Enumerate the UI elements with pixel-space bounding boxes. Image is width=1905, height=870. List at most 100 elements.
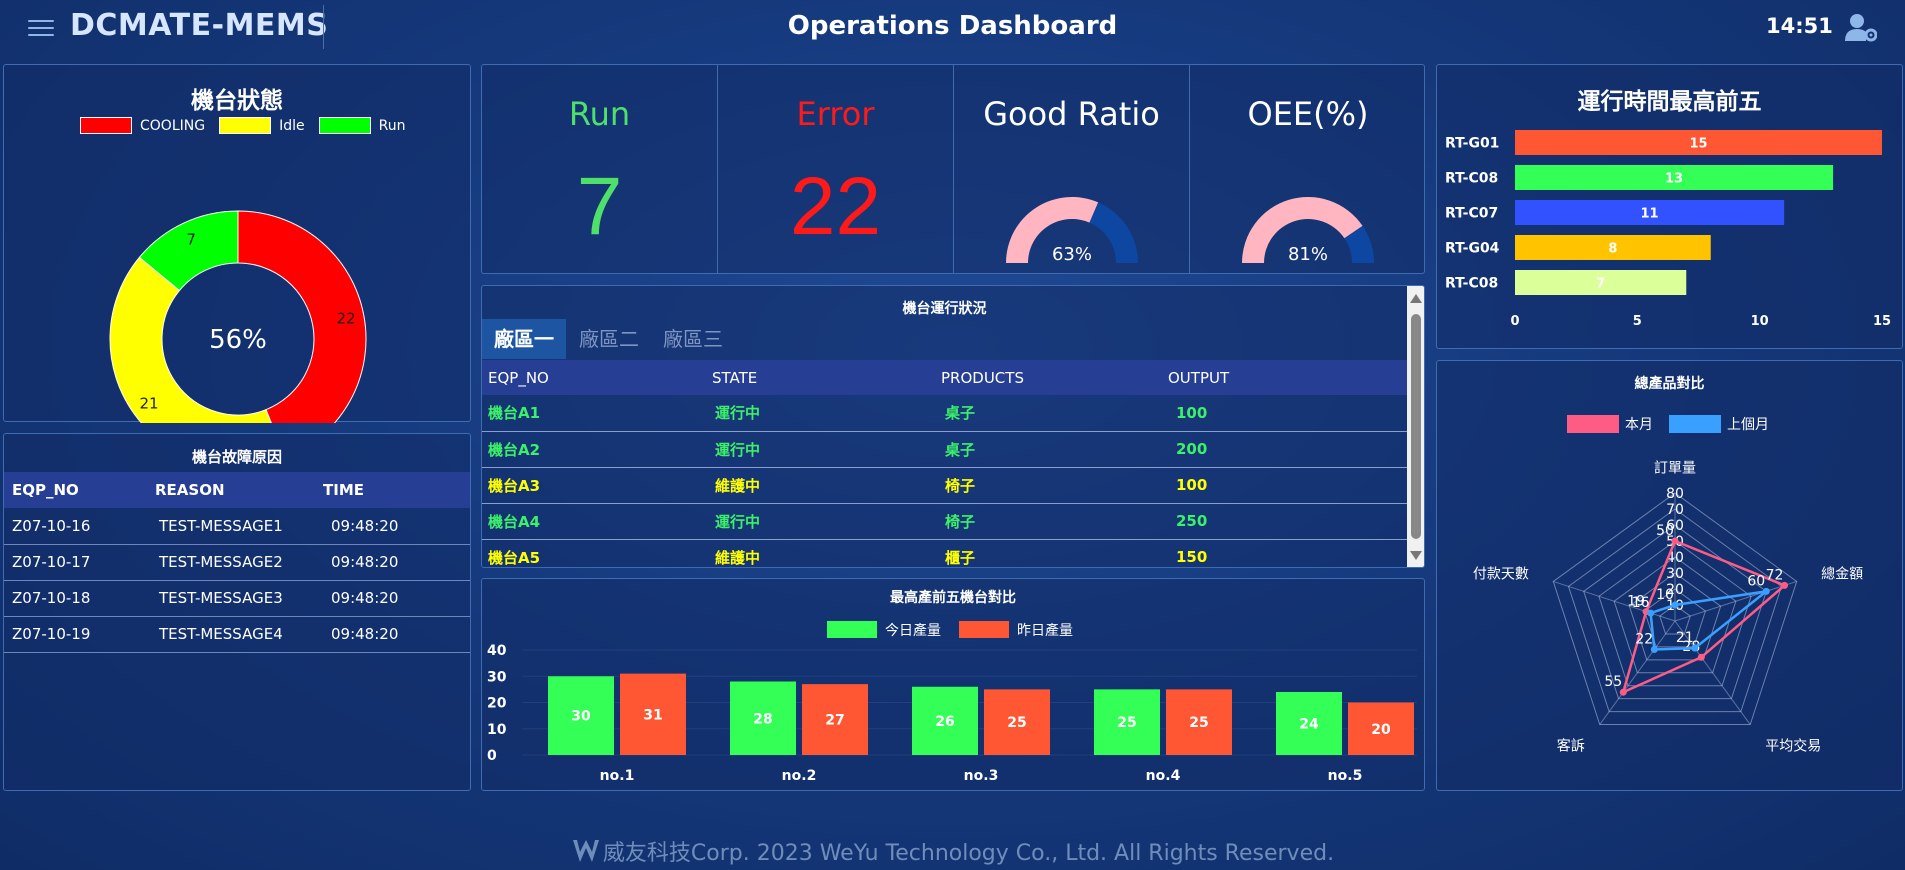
scroll-up-arrow-icon[interactable] [1410, 294, 1422, 303]
bar-category-label: RT-G04 [1445, 241, 1500, 257]
machine-status-title: 機台狀態 [191, 88, 283, 114]
bar-value-label: 26 [935, 714, 954, 730]
legend-swatch [1669, 415, 1721, 433]
kpi-oee-label: OEE(%) [1247, 95, 1369, 133]
header: DCMATE-MEMS Operations Dashboard 14:51 [0, 0, 1905, 54]
tab-factory-3[interactable]: 廠區三 [651, 319, 735, 359]
bar-category-label: RT-C08 [1445, 276, 1498, 292]
cell-output: 100 [1167, 467, 1407, 504]
scrollbar[interactable] [1407, 286, 1424, 567]
radar-value-label: 72 [1766, 567, 1784, 583]
fault-table-header: EQP_NO REASON TIME [4, 472, 470, 508]
cell-eqp: 機台A5 [482, 539, 710, 567]
table-row[interactable]: Z07-10-17 TEST-MESSAGE2 09:48:20 [4, 544, 470, 581]
kpi-good-ratio-label: Good Ratio [983, 95, 1160, 133]
legend-swatch-run [318, 117, 371, 134]
axis-tick-label: 10 [487, 722, 507, 738]
cell-output: 150 [1167, 539, 1407, 567]
cell-output: 250 [1167, 503, 1407, 540]
weyu-logo-icon [572, 840, 599, 862]
machine-status-panel: 機台狀態 COOLING Idle Run 22 21 7 56% [3, 64, 471, 423]
legend-label: 今日產量 [885, 622, 941, 639]
scroll-down-arrow-icon[interactable] [1410, 551, 1422, 560]
status-legend: COOLING Idle Run [66, 117, 405, 134]
cell-eqp: Z07-10-19 [4, 616, 147, 653]
axis-category-label: no.2 [782, 768, 817, 784]
run-table: EQP_NO STATE PRODUCTS OUTPUT 機台A1 運行中 桌子… [482, 360, 1407, 567]
bar-category-label: RT-C08 [1445, 171, 1498, 187]
axis-category-label: no.3 [964, 768, 999, 784]
radar-tick-label: 30 [1666, 566, 1684, 582]
cell-product: 桌子 [938, 431, 1167, 468]
bar-value-label: 30 [571, 709, 591, 725]
legend-swatch [959, 621, 1009, 638]
table-row[interactable]: Z07-10-18 TEST-MESSAGE3 09:48:20 [4, 580, 470, 617]
donut-slice-label: 21 [139, 395, 158, 413]
column-header: PRODUCTS [941, 368, 1024, 387]
axis-tick-label: 40 [487, 643, 507, 659]
table-row[interactable]: 機台A2 運行中 桌子 200 [482, 431, 1407, 468]
legend-label: 昨日產量 [1017, 622, 1073, 639]
oee-gauge: 81% [1242, 197, 1374, 265]
gauge-value-label: 63% [1052, 244, 1092, 265]
scrollbar-thumb[interactable] [1411, 314, 1421, 539]
runtime-top5-title: 運行時間最高前五 [1577, 89, 1762, 115]
radar-axis-label: 客訴 [1557, 737, 1585, 754]
legend-label: 本月 [1625, 417, 1653, 433]
legend-label: 上個月 [1727, 417, 1769, 433]
kpi-run-value: 7 [576, 161, 623, 252]
cell-output: 200 [1167, 431, 1407, 468]
column-header: OUTPUT [1168, 368, 1230, 387]
radar-value-label: 55 [1604, 674, 1622, 690]
table-row[interactable]: 機台A5 維護中 櫃子 150 [482, 539, 1407, 567]
radar-value-label: 50 [1656, 523, 1674, 539]
cell-state: 維護中 [710, 539, 938, 567]
axis-tick-label: 15 [1873, 314, 1891, 329]
radar-value-label: 10 [1656, 587, 1674, 603]
top5-output-panel: 最高產前五機台對比 今日產量 昨日產量 0 10 20 30 40 30 31 no.1 28 27 n… [481, 578, 1425, 791]
tab-factory-1[interactable]: 廠區一 [482, 319, 566, 359]
runtime-bar-chart: RT-G01 15 RT-C08 13 RT-C07 11 RT-G04 8 RT-C08 7 0 5… [1445, 130, 1891, 329]
bar-value-label: 11 [1641, 207, 1659, 222]
kpi-panel: Run 7 Error 22 Good Ratio 63% OEE(%) 81% [481, 64, 1425, 274]
cell-time: 09:48:20 [315, 580, 470, 617]
table-row[interactable]: Z07-10-16 TEST-MESSAGE1 09:48:20 [4, 508, 470, 545]
kpi-run-label: Run [568, 95, 631, 133]
radar-axis-label: 平均交易 [1765, 737, 1821, 754]
radar-tick-label: 70 [1666, 502, 1684, 518]
kpi-run: Run 7 [482, 65, 718, 273]
bar-value-label: 15 [1689, 137, 1707, 152]
fault-reason-title: 機台故障原因 [191, 448, 282, 466]
cell-product: 椅子 [938, 503, 1167, 540]
column-header: EQP_NO [12, 481, 79, 499]
bar-value-label: 13 [1665, 172, 1683, 187]
radar-axis-label: 訂單量 [1654, 460, 1696, 476]
bar-category-label: RT-C07 [1445, 206, 1498, 222]
radar-value-label: 21 [1676, 630, 1694, 646]
cell-state: 維護中 [710, 467, 938, 504]
table-row[interactable]: 機台A3 維護中 椅子 100 [482, 467, 1407, 504]
legend-swatch [827, 621, 877, 638]
legend-swatch [1567, 415, 1619, 433]
user-settings-icon[interactable] [1845, 12, 1877, 42]
page-title: Operations Dashboard [787, 11, 1118, 41]
cell-product: 椅子 [938, 467, 1167, 504]
axis-category-label: no.4 [1146, 768, 1181, 784]
gauge-remaining-arc [1089, 202, 1138, 263]
footer: 威友科技Corp. 2023 WeYu Technology Co., Ltd.… [0, 835, 1905, 867]
legend-label: Run [378, 117, 406, 134]
legend-swatch-idle [219, 117, 272, 134]
tab-factory-2[interactable]: 廠區二 [567, 319, 651, 359]
axis-tick-label: 10 [1751, 314, 1769, 329]
table-row[interactable]: Z07-10-19 TEST-MESSAGE4 09:48:20 [4, 616, 470, 653]
table-row[interactable]: 機台A1 運行中 桌子 100 [482, 395, 1407, 432]
run-table-header: EQP_NO STATE PRODUCTS OUTPUT [482, 360, 1407, 395]
good-ratio-gauge: 63% [1006, 197, 1138, 265]
cell-eqp: 機台A2 [482, 431, 710, 468]
radar-value-label: 22 [1635, 631, 1653, 647]
cell-eqp: Z07-10-16 [4, 508, 147, 545]
cell-reason: TEST-MESSAGE4 [147, 616, 315, 653]
gauge-value-label: 81% [1288, 244, 1328, 265]
column-header: EQP_NO [488, 368, 549, 387]
table-row[interactable]: 機台A4 運行中 椅子 250 [482, 503, 1407, 540]
